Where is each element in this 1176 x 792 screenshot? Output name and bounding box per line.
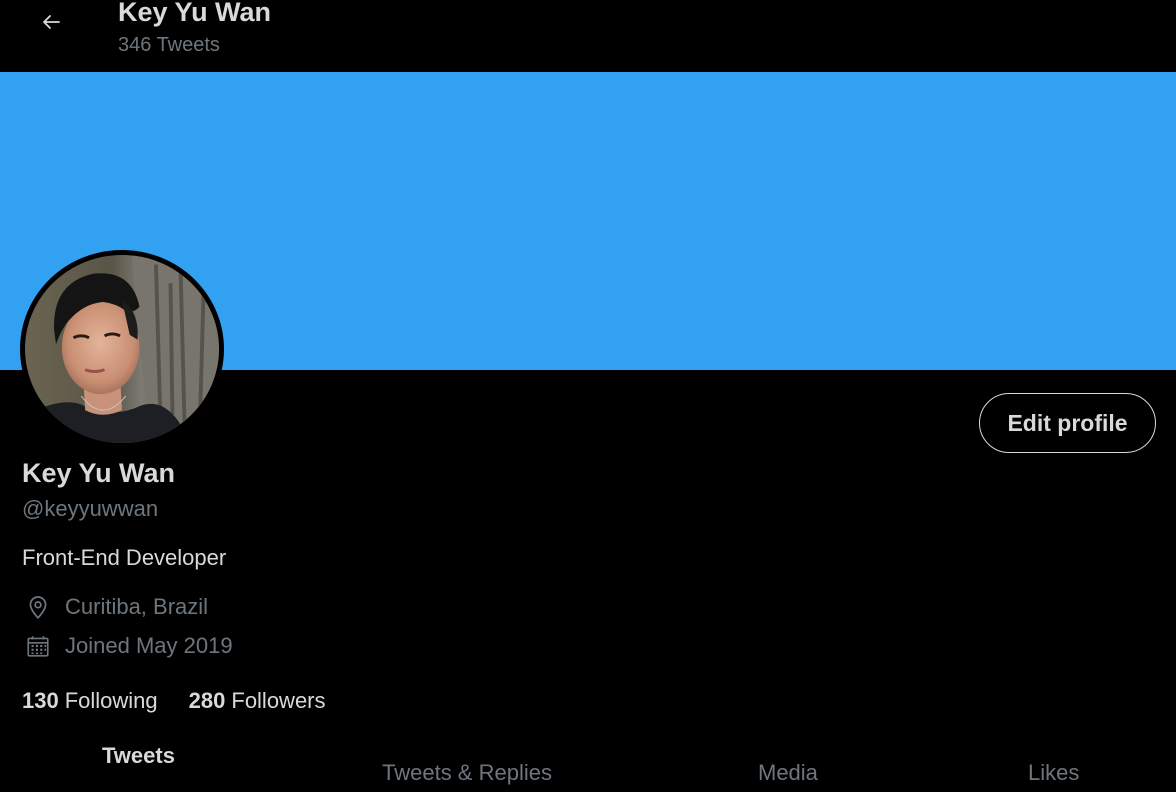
followers-label: Followers — [231, 688, 326, 713]
joined-row: Joined May 2019 — [24, 632, 233, 660]
arrow-left-icon — [39, 10, 63, 39]
location-text: Curitiba, Brazil — [65, 594, 209, 619]
tab-likes[interactable]: Likes — [1028, 760, 1079, 792]
tab-tweets[interactable]: Tweets — [102, 743, 175, 790]
profile-tabs: Tweets Tweets & Replies Media Likes — [0, 743, 1176, 792]
location-pin-icon — [24, 593, 52, 621]
tweet-count: 346 Tweets — [118, 34, 220, 56]
bio: Front-End Developer — [22, 545, 227, 570]
followers-count: 280 — [188, 688, 226, 713]
following-count: 130 — [22, 688, 59, 713]
following-label: Following — [64, 688, 158, 713]
top-bar: Key Yu Wan 346 Tweets — [0, 0, 1176, 72]
joined-text: Joined May 2019 — [65, 633, 233, 658]
tab-media[interactable]: Media — [758, 760, 818, 792]
back-button[interactable] — [32, 6, 70, 42]
location-row: Curitiba, Brazil — [24, 593, 208, 621]
tab-tweets-replies[interactable]: Tweets & Replies — [382, 760, 552, 792]
calendar-icon — [24, 632, 52, 660]
handle: @keyyuwwan — [22, 496, 159, 521]
display-name: Key Yu Wan — [22, 458, 176, 488]
following-link[interactable]: 130 Following — [22, 688, 158, 714]
avatar[interactable] — [20, 250, 224, 448]
edit-profile-button[interactable]: Edit profile — [979, 393, 1156, 453]
profile-page: Key Yu Wan 346 Tweets Edit profile Key Y… — [0, 0, 1176, 792]
header-title: Key Yu Wan — [118, 0, 272, 27]
follow-stats: 130 Following 280 Followers — [22, 688, 357, 714]
followers-link[interactable]: 280 Followers — [189, 688, 326, 714]
